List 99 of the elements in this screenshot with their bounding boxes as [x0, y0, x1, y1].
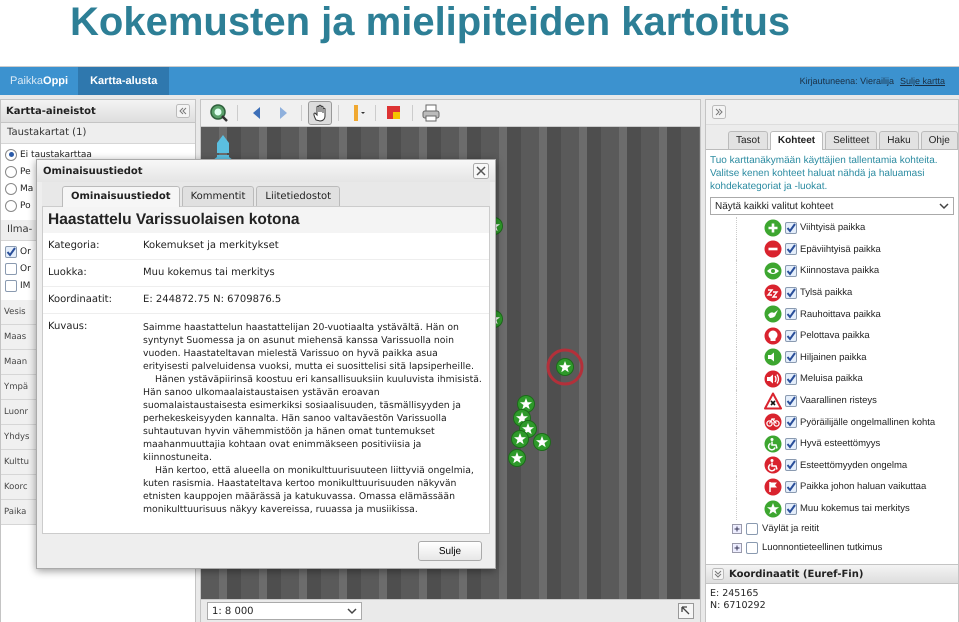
- checkbox[interactable]: [785, 394, 797, 407]
- layer-label: Hiljainen paikka: [800, 352, 867, 363]
- panel-title: Koordinaatit (Euref-Fin): [729, 568, 864, 580]
- tab[interactable]: Kommentit: [182, 186, 254, 206]
- checkbox[interactable]: [785, 243, 797, 256]
- print-icon: [421, 103, 441, 123]
- checkbox[interactable]: [785, 480, 797, 493]
- checkbox[interactable]: [746, 522, 758, 535]
- layer-label: Paikka johon haluan vaikuttaa: [800, 481, 926, 492]
- layer-label: Meluisa paikka: [800, 373, 863, 384]
- description-paragraph: Hän kertoo, että alueella on monikulttuurisuuteen liittyviä ongelmia, kuten rasismia. Haastateltava kertoo monikulttuurisuuden näkyvän etnisten kauppojen määrässä ja katukuvassa. Omassa elämässään monikulttuurisuus näkyy kavereissa, ruuassa ja musiikissa.: [143, 464, 475, 516]
- dialog-heading: Haastattelu Varissuolaisen kotona: [43, 207, 489, 233]
- star-marker-icon[interactable]: [508, 449, 526, 467]
- user-label: Kirjautuneena: Vierailija: [800, 76, 894, 86]
- field-value: Muu kokemus tai merkitys: [143, 267, 275, 278]
- tab[interactable]: Ominaisuustiedot: [62, 186, 180, 207]
- radio-button[interactable]: [5, 200, 17, 212]
- info-text: Tuo karttanäkymään käyttäjien tallentamia kohteita. Valitse kenen kohteet haluat nähdä ja haluamasi kohdekategoriat ja -luokat.: [710, 154, 939, 193]
- star-marker-icon[interactable]: [533, 433, 551, 451]
- tab[interactable]: Selitteet: [825, 131, 878, 149]
- field-label: Koordinaatit:: [48, 294, 113, 305]
- radio-button[interactable]: [5, 148, 17, 160]
- selection-ring-icon: [545, 347, 585, 387]
- layer-label: Pelottava paikka: [800, 330, 870, 342]
- tab[interactable]: Haku: [879, 131, 919, 149]
- layer-label: Viihtyisä paikka: [800, 222, 866, 234]
- radio-label: Ei taustakarttaa: [20, 150, 92, 160]
- section-header[interactable]: Taustakartat (1): [1, 123, 195, 144]
- radio-button[interactable]: [5, 182, 17, 194]
- field-value: E: 244872.75 N: 6709876.5: [143, 294, 282, 305]
- star-marker-icon[interactable]: [511, 430, 529, 448]
- coordinate-text: N: 6710292: [710, 600, 767, 612]
- dialog-title: Ominaisuustiedot: [43, 166, 143, 176]
- chevron-down-icon: [939, 201, 949, 211]
- star-marker-icon[interactable]: [556, 358, 574, 376]
- slide-title: Kokemusten ja mielipiteiden kartoitus: [69, 0, 792, 46]
- panel-title: Kartta-aineistot: [6, 106, 96, 116]
- layer-label: Epäviihtyisä paikka: [800, 244, 881, 255]
- layer-label: Hyvä esteettömyys: [800, 438, 880, 450]
- tab[interactable]: Ohje: [920, 131, 958, 149]
- checkbox[interactable]: [746, 542, 758, 554]
- group-label: Luonnontieteellinen tutkimus: [762, 542, 882, 554]
- checkbox[interactable]: [785, 416, 797, 428]
- checkbox[interactable]: [785, 459, 797, 472]
- forward-arrow-icon: [280, 107, 286, 119]
- radio-button[interactable]: [5, 166, 17, 178]
- description-paragraph: Hänen ystäväpiirinsä koostuu eri kansallisuuksiin kuuluvista ihmisistä. Hän sanoo ulkomaalaistaustaisen ystävän eroavan suomalaistaustaisesta esimerkiksi sosiaalisuuden, täsmällisyyden ja perhekeskeisyyden kannalta. Hän sanoo valtaväestön Varissuolla suhtautuvan hyvin vähemmistöön ja hänen omat tuntemukset maahanmuuttajia kohtaan ovat enimmäkseen positiviisia ja kiinnostuneita.: [143, 373, 483, 464]
- layer-label: Rauhoittava paikka: [800, 308, 881, 320]
- layer-label: IM: [20, 280, 30, 290]
- field-value: Kokemukset ja merkitykset: [143, 240, 279, 251]
- close-button[interactable]: Sulje: [418, 541, 482, 561]
- layer-label: Or: [20, 264, 31, 274]
- checkbox[interactable]: [785, 502, 797, 515]
- toolbar-button[interactable]: [308, 101, 332, 125]
- group-label: Väylät ja reitit: [762, 523, 820, 534]
- checkbox[interactable]: [785, 372, 797, 385]
- tab[interactable]: Liitetiedostot: [256, 186, 340, 206]
- field-label: Luokka:: [48, 267, 88, 278]
- expand-panel-icon[interactable]: [712, 105, 726, 119]
- brand-logo: PaikkaOppi: [9, 75, 70, 87]
- checkbox[interactable]: [5, 280, 17, 292]
- expand-plus-icon[interactable]: [732, 524, 742, 534]
- checkbox[interactable]: [785, 264, 797, 277]
- collapse-icon[interactable]: [176, 104, 190, 118]
- checkbox[interactable]: [5, 262, 17, 274]
- tab[interactable]: Tasot: [728, 131, 768, 149]
- layer-label: Pyöräilijälle ongelmallinen kohta: [800, 416, 936, 428]
- expand-plus-icon[interactable]: [732, 542, 742, 553]
- checkbox[interactable]: [785, 438, 797, 450]
- collapse-icon[interactable]: [712, 568, 724, 580]
- checkbox[interactable]: [5, 246, 17, 258]
- radio-label: Ma: [20, 184, 34, 194]
- tab[interactable]: Kohteet: [770, 131, 824, 150]
- checkbox[interactable]: [785, 308, 797, 320]
- radio-label: Po: [20, 200, 31, 210]
- layer-label: Muu kokemus tai merkitys: [800, 503, 910, 514]
- app-tab[interactable]: Kartta-alusta: [78, 67, 170, 95]
- layer-label: Vaarallinen risteys: [800, 395, 877, 406]
- layer-label: Esteettömyyden ongelma: [800, 460, 908, 471]
- layer-label: Tylsä paikka: [800, 287, 852, 298]
- checkbox[interactable]: [785, 222, 797, 234]
- checkbox[interactable]: [785, 351, 797, 364]
- filter-dropdown[interactable]: Näytä kaikki valitut kohteet: [710, 197, 954, 215]
- globe-zoom-icon: [209, 103, 229, 123]
- radio-label: Pe: [20, 166, 31, 176]
- field-label: Kuvaus:: [48, 321, 88, 334]
- close-icon[interactable]: [473, 163, 489, 179]
- checkbox[interactable]: [785, 330, 797, 342]
- field-label: Kategoria:: [48, 240, 100, 251]
- layer-label: Or: [20, 246, 31, 256]
- layer-label: Kiinnostava paikka: [800, 265, 880, 276]
- chevron-down-icon: [347, 606, 357, 616]
- description-paragraph: Saimme haastattelun haastattelijan 20-vuotiaalta ystävältä. Hän on syntynyt Suomessa ja on asunut miehensä kanssa Varissuolla noin vuoden. Haastateltavan mielestä Varissuo on hyvä paikka asua erityisesti palveluidensa vuoksi, mutta ei suosittelisi sitä lapsiperheille.: [143, 321, 475, 373]
- expand-icon[interactable]: [678, 603, 694, 619]
- close-map-link[interactable]: Sulje kartta: [900, 76, 945, 86]
- back-arrow-icon: [252, 107, 260, 119]
- checkbox[interactable]: [785, 286, 797, 299]
- scale-dropdown[interactable]: 1: 8 000: [207, 602, 362, 620]
- coordinate-text: E: 245165: [710, 588, 760, 600]
